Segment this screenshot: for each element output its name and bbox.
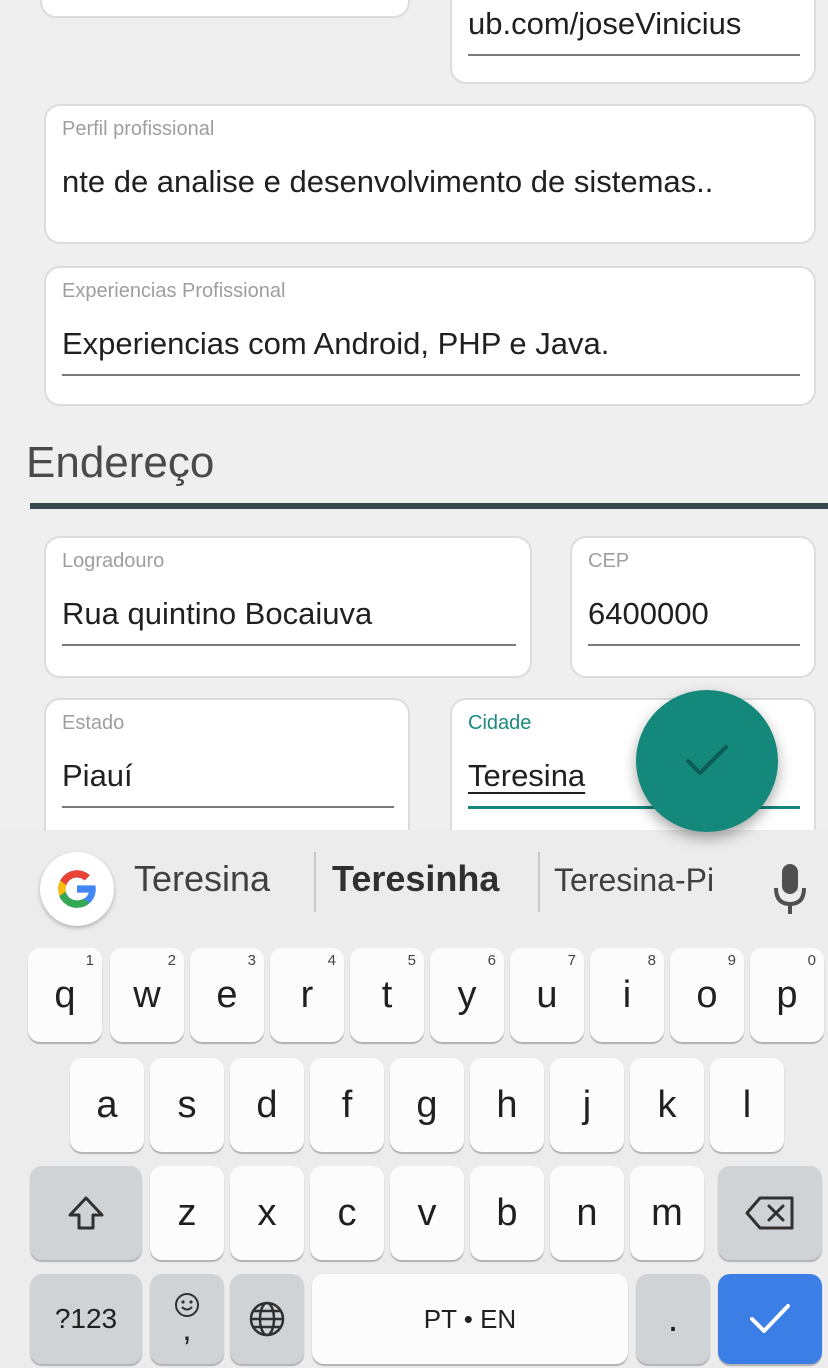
github-field[interactable]: ub.com/joseVinicius bbox=[450, 0, 816, 84]
experiencias-underline bbox=[62, 374, 800, 376]
key-y[interactable]: y6 bbox=[430, 948, 504, 1042]
suggestion-bar: Teresina Teresinha Teresina-Pi bbox=[0, 830, 828, 940]
backspace-key[interactable] bbox=[718, 1166, 822, 1260]
microphone-icon[interactable] bbox=[770, 860, 810, 920]
google-g-icon bbox=[58, 870, 98, 908]
key-q[interactable]: q1 bbox=[28, 948, 102, 1042]
key-z[interactable]: z bbox=[150, 1166, 224, 1260]
logradouro-label: Logradouro bbox=[62, 550, 165, 572]
experiencias-field[interactable]: Experiencias Profissional Experiencias c… bbox=[44, 266, 816, 406]
suggestion-3[interactable]: Teresina-Pi bbox=[554, 862, 714, 899]
key-e[interactable]: e3 bbox=[190, 948, 264, 1042]
perfil-profissional-field[interactable]: Perfil profissional nte de analise e des… bbox=[44, 104, 816, 244]
key-p[interactable]: p0 bbox=[750, 948, 824, 1042]
key-j[interactable]: j bbox=[550, 1058, 624, 1152]
key-r[interactable]: r4 bbox=[270, 948, 344, 1042]
key-l[interactable]: l bbox=[710, 1058, 784, 1152]
estado-field[interactable]: Estado Piauí bbox=[44, 698, 410, 830]
github-underline bbox=[468, 54, 800, 56]
key-g[interactable]: g bbox=[390, 1058, 464, 1152]
perfil-profissional-value: nte de analise e desenvolvimento de sist… bbox=[62, 164, 714, 199]
previous-field[interactable] bbox=[40, 0, 410, 18]
cep-label: CEP bbox=[588, 550, 630, 572]
emoji-comma-key[interactable]: , bbox=[150, 1274, 224, 1364]
experiencias-value: Experiencias com Android, PHP e Java. bbox=[62, 326, 610, 361]
google-logo-icon[interactable] bbox=[40, 852, 114, 926]
logradouro-value: Rua quintino Bocaiuva bbox=[62, 596, 373, 631]
key-x[interactable]: x bbox=[230, 1166, 304, 1260]
backspace-icon bbox=[745, 1196, 794, 1230]
section-title-endereco: Endereço bbox=[26, 438, 215, 487]
suggestion-1[interactable]: Teresina bbox=[134, 858, 270, 900]
key-a[interactable]: a bbox=[70, 1058, 144, 1152]
cep-field[interactable]: CEP 6400000 bbox=[570, 536, 816, 678]
key-k[interactable]: k bbox=[630, 1058, 704, 1152]
save-fab-button[interactable] bbox=[636, 690, 778, 832]
perfil-profissional-label: Perfil profissional bbox=[62, 118, 215, 140]
key-c[interactable]: c bbox=[310, 1166, 384, 1260]
logradouro-field[interactable]: Logradouro Rua quintino Bocaiuva bbox=[44, 536, 532, 678]
cidade-value: Teresina bbox=[468, 758, 586, 793]
suggestion-divider bbox=[314, 852, 316, 912]
key-s[interactable]: s bbox=[150, 1058, 224, 1152]
suggestion-divider bbox=[538, 852, 540, 912]
check-icon bbox=[686, 745, 728, 775]
estado-underline bbox=[62, 806, 394, 808]
shift-key[interactable] bbox=[30, 1166, 142, 1260]
key-i[interactable]: i8 bbox=[590, 948, 664, 1042]
symbols-key[interactable]: ?123 bbox=[30, 1274, 142, 1364]
key-w[interactable]: w2 bbox=[110, 948, 184, 1042]
key-v[interactable]: v bbox=[390, 1166, 464, 1260]
estado-label: Estado bbox=[62, 712, 125, 734]
github-value: ub.com/joseVinicius bbox=[468, 6, 742, 41]
section-divider bbox=[30, 503, 828, 509]
key-h[interactable]: h bbox=[470, 1058, 544, 1152]
cep-underline bbox=[588, 644, 800, 646]
period-key[interactable]: . bbox=[636, 1274, 710, 1364]
cidade-label: Cidade bbox=[468, 712, 532, 734]
shift-icon bbox=[68, 1196, 104, 1230]
cep-value: 6400000 bbox=[588, 596, 709, 631]
logradouro-underline bbox=[62, 644, 516, 646]
key-t[interactable]: t5 bbox=[350, 948, 424, 1042]
key-b[interactable]: b bbox=[470, 1166, 544, 1260]
key-m[interactable]: m bbox=[630, 1166, 704, 1260]
estado-value: Piauí bbox=[62, 758, 133, 793]
suggestion-2[interactable]: Teresinha bbox=[332, 858, 499, 900]
key-d[interactable]: d bbox=[230, 1058, 304, 1152]
key-n[interactable]: n bbox=[550, 1166, 624, 1260]
globe-icon bbox=[249, 1301, 285, 1337]
enter-key[interactable] bbox=[718, 1274, 822, 1364]
space-key[interactable]: PT • EN bbox=[312, 1274, 628, 1364]
language-key[interactable] bbox=[230, 1274, 304, 1364]
key-o[interactable]: o9 bbox=[670, 948, 744, 1042]
key-f[interactable]: f bbox=[310, 1058, 384, 1152]
keyboard: Teresina Teresinha Teresina-Pi q1 w2 e3 … bbox=[0, 830, 828, 1368]
check-icon bbox=[750, 1304, 790, 1333]
experiencias-label: Experiencias Profissional bbox=[62, 280, 286, 302]
key-u[interactable]: u7 bbox=[510, 948, 584, 1042]
